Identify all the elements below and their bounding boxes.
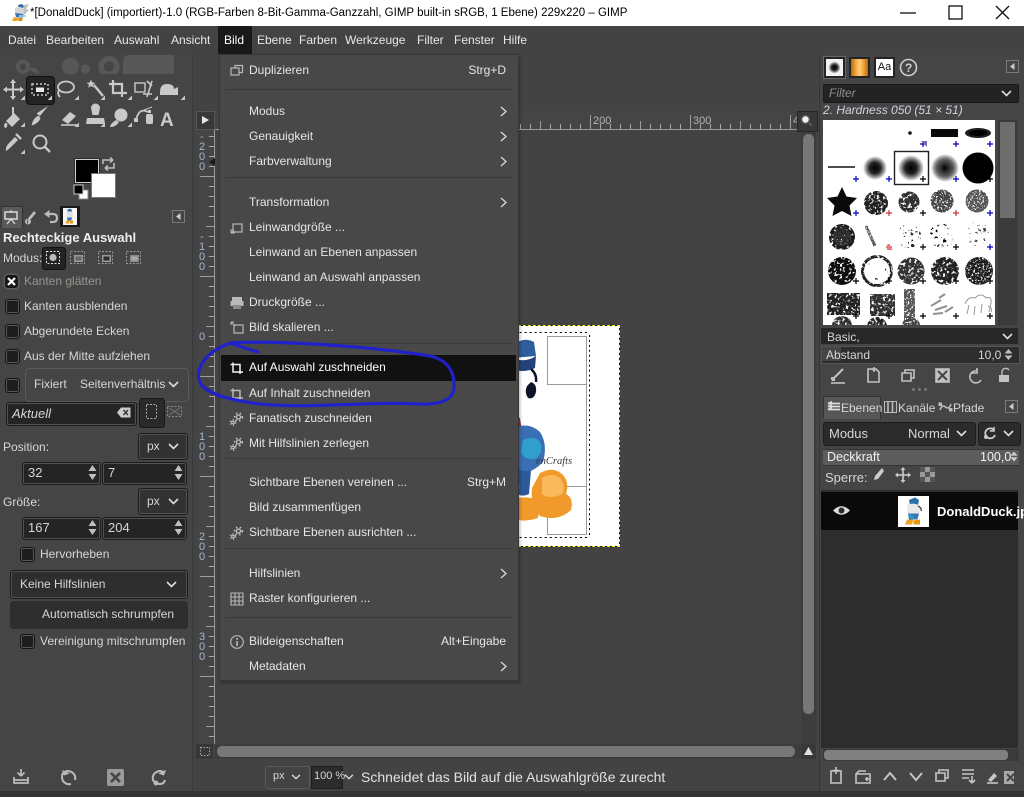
svg-text:0: 0 xyxy=(199,161,205,173)
svg-text:?: ? xyxy=(905,61,912,75)
svg-text:0: 0 xyxy=(199,651,205,663)
svg-text:0: 0 xyxy=(199,451,205,463)
svg-text:A: A xyxy=(160,110,174,131)
svg-text:0: 0 xyxy=(199,261,205,273)
svg-text:0: 0 xyxy=(199,551,205,563)
svg-text:300: 300 xyxy=(693,115,711,127)
svg-text:200: 200 xyxy=(593,115,611,127)
